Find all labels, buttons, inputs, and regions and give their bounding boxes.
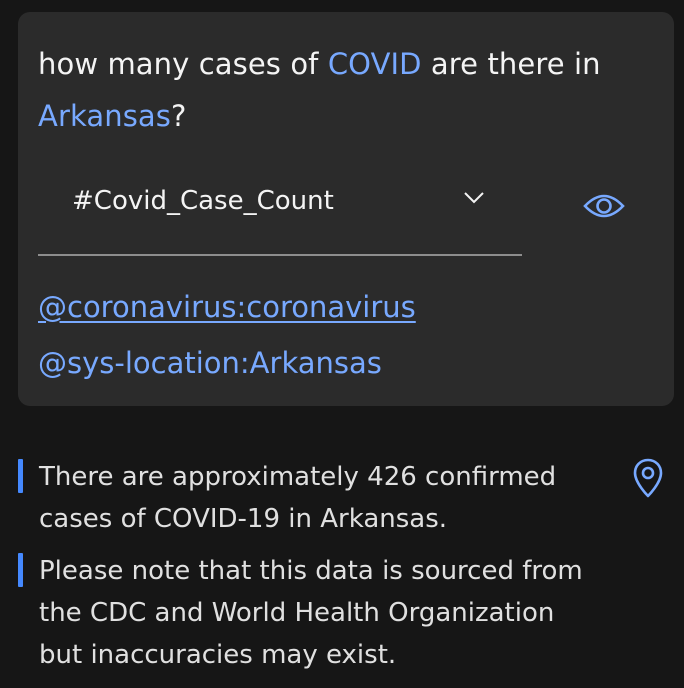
entity-link-coronavirus[interactable]: @coronavirus:coronavirus — [38, 290, 416, 324]
entity-link-location[interactable]: @sys-location:Arkansas — [38, 346, 382, 380]
query-card: how many cases of COVID are there in Ark… — [18, 12, 674, 406]
response-text: Please note that this data is sourced fr… — [39, 556, 583, 670]
question-text: how many cases of — [38, 47, 328, 81]
question-text: are there in — [421, 47, 601, 81]
response-text: There are approximately 426 confirmed ca… — [39, 462, 557, 534]
intent-dropdown[interactable]: #Covid_Case_Count — [38, 172, 522, 256]
location-pin-icon[interactable] — [633, 458, 663, 498]
chevron-down-icon — [464, 192, 484, 204]
user-question: how many cases of COVID are there in Ark… — [38, 38, 638, 142]
question-entity-covid: COVID — [327, 47, 422, 81]
question-text: ? — [171, 99, 187, 133]
intent-dropdown-value: #Covid_Case_Count — [72, 186, 334, 216]
question-entity-arkansas: Arkansas — [38, 99, 171, 133]
response-bar — [18, 553, 23, 587]
response-bar — [18, 459, 23, 493]
eye-icon[interactable] — [582, 189, 626, 223]
